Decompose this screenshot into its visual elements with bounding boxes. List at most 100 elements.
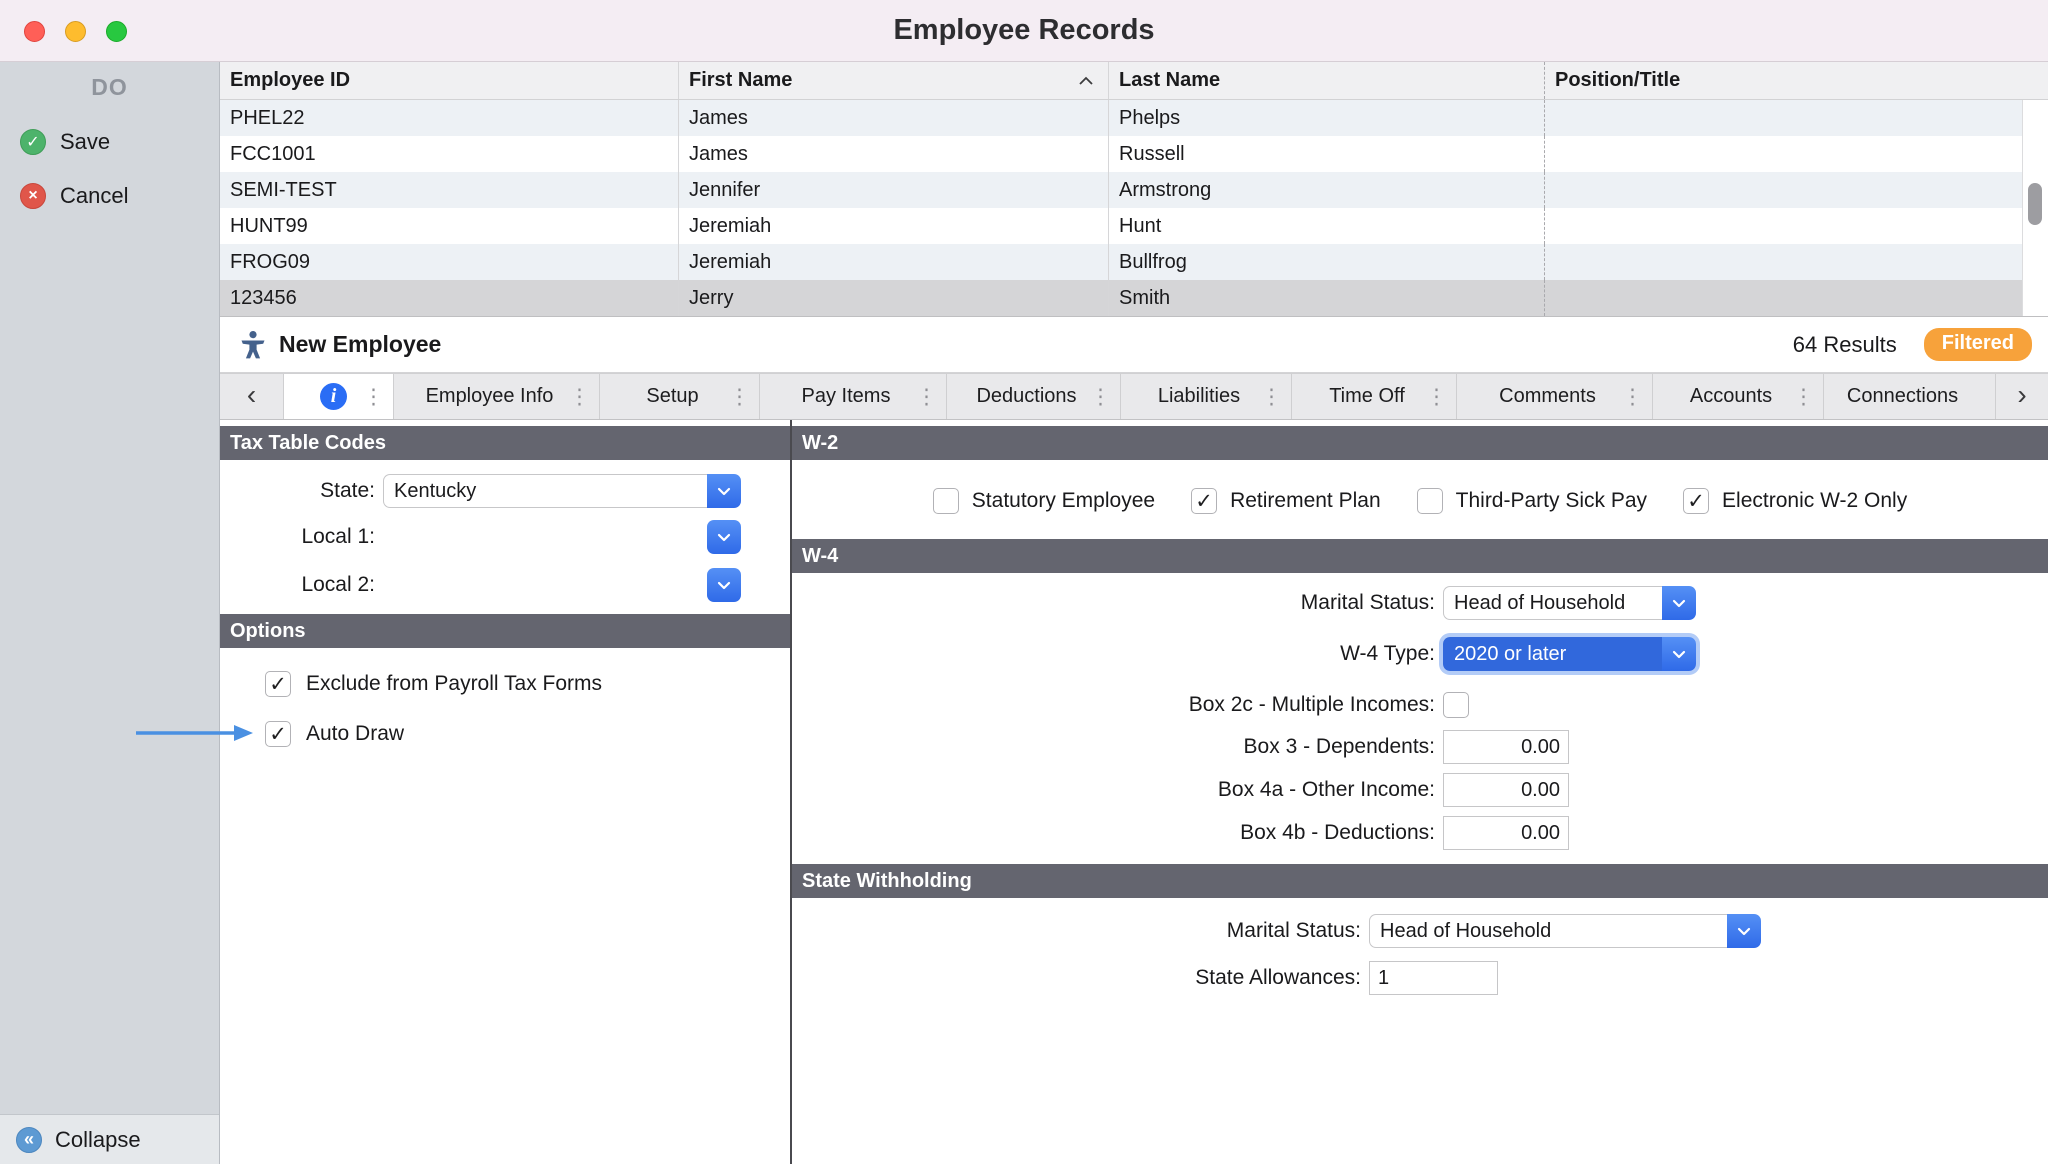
w4-type-value: 2020 or later	[1443, 637, 1662, 671]
section-header-state-withholding: State Withholding	[792, 864, 2048, 898]
section-header-w2: W-2	[792, 426, 2048, 460]
annotation-arrow	[134, 720, 256, 746]
tab-drag-handle-icon[interactable]: ⋮	[1426, 384, 1447, 409]
sidebar: DO ✓ Save × Cancel « Collapse	[0, 62, 220, 1164]
box2c-multiple-incomes-checkbox[interactable]	[1443, 692, 1469, 718]
cell-employee-id: FROG09	[220, 244, 679, 280]
tab-drag-handle-icon[interactable]: ⋮	[569, 384, 590, 409]
box4a-label: Box 4a - Other Income:	[792, 778, 1435, 802]
column-header-label: Last Name	[1119, 69, 1220, 92]
cell-position	[1545, 208, 2048, 244]
save-button[interactable]: ✓ Save	[0, 129, 219, 155]
table-row[interactable]: 123456 Jerry Smith	[220, 280, 2048, 316]
tab-deductions[interactable]: Deductions ⋮	[947, 374, 1121, 419]
local1-dropdown[interactable]	[383, 520, 741, 554]
cell-position	[1545, 172, 2048, 208]
box4b-deductions-input[interactable]	[1443, 816, 1569, 850]
column-header-first-name[interactable]: First Name	[679, 62, 1109, 99]
state-row: State: Kentucky	[220, 474, 790, 508]
statutory-employee-checkbox[interactable]	[933, 488, 959, 514]
section-header-tax-table-codes: Tax Table Codes	[220, 426, 790, 460]
tab-employee-info[interactable]: Employee Info ⋮	[394, 374, 600, 419]
exclude-payroll-tax-forms-checkbox[interactable]	[265, 671, 291, 697]
tab-label: Deductions	[976, 385, 1090, 408]
chevron-down-icon	[1662, 637, 1696, 671]
tab-drag-handle-icon[interactable]: ⋮	[1261, 384, 1282, 409]
third-party-sick-pay-checkbox[interactable]	[1417, 488, 1443, 514]
state-dropdown[interactable]: Kentucky	[383, 474, 741, 508]
tabs-scroll-left-button[interactable]: ‹	[220, 374, 284, 419]
local2-label: Local 2:	[220, 573, 375, 597]
column-header-employee-id[interactable]: Employee ID	[220, 62, 679, 99]
tab-drag-handle-icon[interactable]: ⋮	[729, 384, 750, 409]
close-window-button[interactable]	[24, 21, 45, 42]
tab-accounts[interactable]: Accounts ⋮	[1653, 374, 1824, 419]
filtered-badge[interactable]: Filtered	[1924, 328, 2032, 361]
tab-connections[interactable]: Connections	[1824, 374, 1996, 419]
tab-info[interactable]: i ⋮	[284, 374, 394, 419]
cell-first-name: James	[679, 136, 1109, 172]
box4a-other-income-input[interactable]	[1443, 773, 1569, 807]
section-header-w4: W-4	[792, 539, 2048, 573]
right-pane: W-2 Statutory Employee Retirement Plan	[792, 420, 2048, 1164]
column-header-label: First Name	[689, 69, 792, 92]
checkbox-label: Statutory Employee	[972, 489, 1155, 513]
scrollbar-thumb[interactable]	[2028, 183, 2042, 225]
table-scrollbar[interactable]	[2022, 100, 2048, 316]
state-label: State:	[220, 479, 375, 503]
tab-drag-handle-icon[interactable]: ⋮	[363, 384, 384, 409]
chevron-down-icon	[707, 474, 741, 508]
box4a-row: Box 4a - Other Income:	[792, 773, 2048, 807]
cell-first-name: Jerry	[679, 280, 1109, 316]
tab-setup[interactable]: Setup ⋮	[600, 374, 760, 419]
state-marital-status-dropdown[interactable]: Head of Household	[1369, 914, 1761, 948]
tab-drag-handle-icon[interactable]: ⋮	[1090, 384, 1111, 409]
state-marital-status-value: Head of Household	[1369, 914, 1727, 948]
electronic-w2-only-checkbox[interactable]	[1683, 488, 1709, 514]
tab-label: Time Off	[1329, 385, 1419, 408]
tab-label: Accounts	[1690, 385, 1786, 408]
table-row[interactable]: FROG09 Jeremiah Bullfrog	[220, 244, 2048, 280]
chevron-right-icon: ›	[2017, 381, 2026, 413]
table-row[interactable]: SEMI-TEST Jennifer Armstrong	[220, 172, 2048, 208]
table-row[interactable]: PHEL22 James Phelps	[220, 100, 2048, 136]
tab-comments[interactable]: Comments ⋮	[1457, 374, 1653, 419]
cancel-button[interactable]: × Cancel	[0, 183, 219, 209]
minimize-window-button[interactable]	[65, 21, 86, 42]
tab-pay-items[interactable]: Pay Items ⋮	[760, 374, 947, 419]
zoom-window-button[interactable]	[106, 21, 127, 42]
column-header-last-name[interactable]: Last Name	[1109, 62, 1545, 99]
retirement-plan-checkbox[interactable]	[1191, 488, 1217, 514]
table-row[interactable]: FCC1001 James Russell	[220, 136, 2048, 172]
exclude-payroll-tax-forms-row: Exclude from Payroll Tax Forms	[265, 671, 790, 697]
cell-position	[1545, 136, 2048, 172]
tab-time-off[interactable]: Time Off ⋮	[1292, 374, 1457, 419]
tab-drag-handle-icon[interactable]: ⋮	[1622, 384, 1643, 409]
checkbox-label: Third-Party Sick Pay	[1456, 489, 1647, 513]
third-party-sick-pay-item: Third-Party Sick Pay	[1417, 488, 1647, 514]
tab-drag-handle-icon[interactable]: ⋮	[1793, 384, 1814, 409]
marital-status-dropdown[interactable]: Head of Household	[1443, 586, 1696, 620]
tab-drag-handle-icon[interactable]: ⋮	[916, 384, 937, 409]
marital-status-row: Marital Status: Head of Household	[792, 586, 2048, 620]
w4-type-dropdown[interactable]: 2020 or later	[1443, 637, 1696, 671]
cell-last-name: Hunt	[1109, 208, 1545, 244]
checkbox-label: Electronic W-2 Only	[1722, 489, 1907, 513]
cell-first-name: Jeremiah	[679, 244, 1109, 280]
w4-type-label: W-4 Type:	[792, 642, 1435, 666]
tab-liabilities[interactable]: Liabilities ⋮	[1121, 374, 1292, 419]
collapse-button[interactable]: « Collapse	[0, 1114, 219, 1164]
state-allowances-row: State Allowances:	[792, 961, 2048, 995]
marital-status-value: Head of Household	[1443, 586, 1662, 620]
table-row[interactable]: HUNT99 Jeremiah Hunt	[220, 208, 2048, 244]
local2-dropdown[interactable]	[383, 568, 741, 602]
tabs-scroll-right-button[interactable]: ›	[1996, 374, 2048, 419]
state-allowances-input[interactable]	[1369, 961, 1498, 995]
new-employee-person-icon	[240, 330, 266, 360]
cell-employee-id: SEMI-TEST	[220, 172, 679, 208]
box3-dependents-input[interactable]	[1443, 730, 1569, 764]
auto-draw-checkbox[interactable]	[265, 721, 291, 747]
cell-employee-id: PHEL22	[220, 100, 679, 136]
cell-position	[1545, 280, 2048, 316]
column-header-position-title[interactable]: Position/Title	[1545, 62, 2048, 99]
